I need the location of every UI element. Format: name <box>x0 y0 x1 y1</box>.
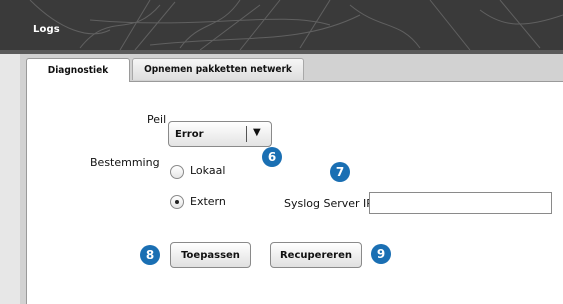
chevron-down-icon[interactable]: ▼ <box>253 127 261 138</box>
callout-badge-level: 6 <box>262 147 282 167</box>
level-select[interactable]: Error ▼ <box>168 121 272 147</box>
window-header: Logs <box>0 0 563 50</box>
destination-label: Bestemming <box>90 156 160 169</box>
syslog-ip-input[interactable] <box>369 192 552 214</box>
radio-extern-label: Extern <box>190 195 226 208</box>
window-title: Logs <box>33 24 60 35</box>
radio-lokaal-label: Lokaal <box>190 164 226 177</box>
level-select-value: Error <box>175 129 204 140</box>
radio-lokaal[interactable] <box>170 165 184 179</box>
radio-selected-dot <box>175 200 179 204</box>
header-scribble-pattern <box>29 0 563 50</box>
syslog-ip-label: Syslog Server IP <box>284 197 373 210</box>
callout-badge-syslog: 7 <box>330 162 350 182</box>
callout-badge-retrieve: 9 <box>371 244 391 264</box>
select-separator <box>246 126 247 142</box>
apply-button[interactable]: Toepassen <box>170 242 251 268</box>
retrieve-button[interactable]: Recupereren <box>270 242 362 268</box>
tab-packet-capture[interactable]: Opnemen pakketten netwerk <box>132 58 304 80</box>
radio-extern[interactable] <box>170 195 184 209</box>
level-label: Peil <box>147 113 167 126</box>
callout-badge-apply: 8 <box>140 245 160 265</box>
tab-diagnostiek[interactable]: Diagnostiek <box>26 58 130 82</box>
